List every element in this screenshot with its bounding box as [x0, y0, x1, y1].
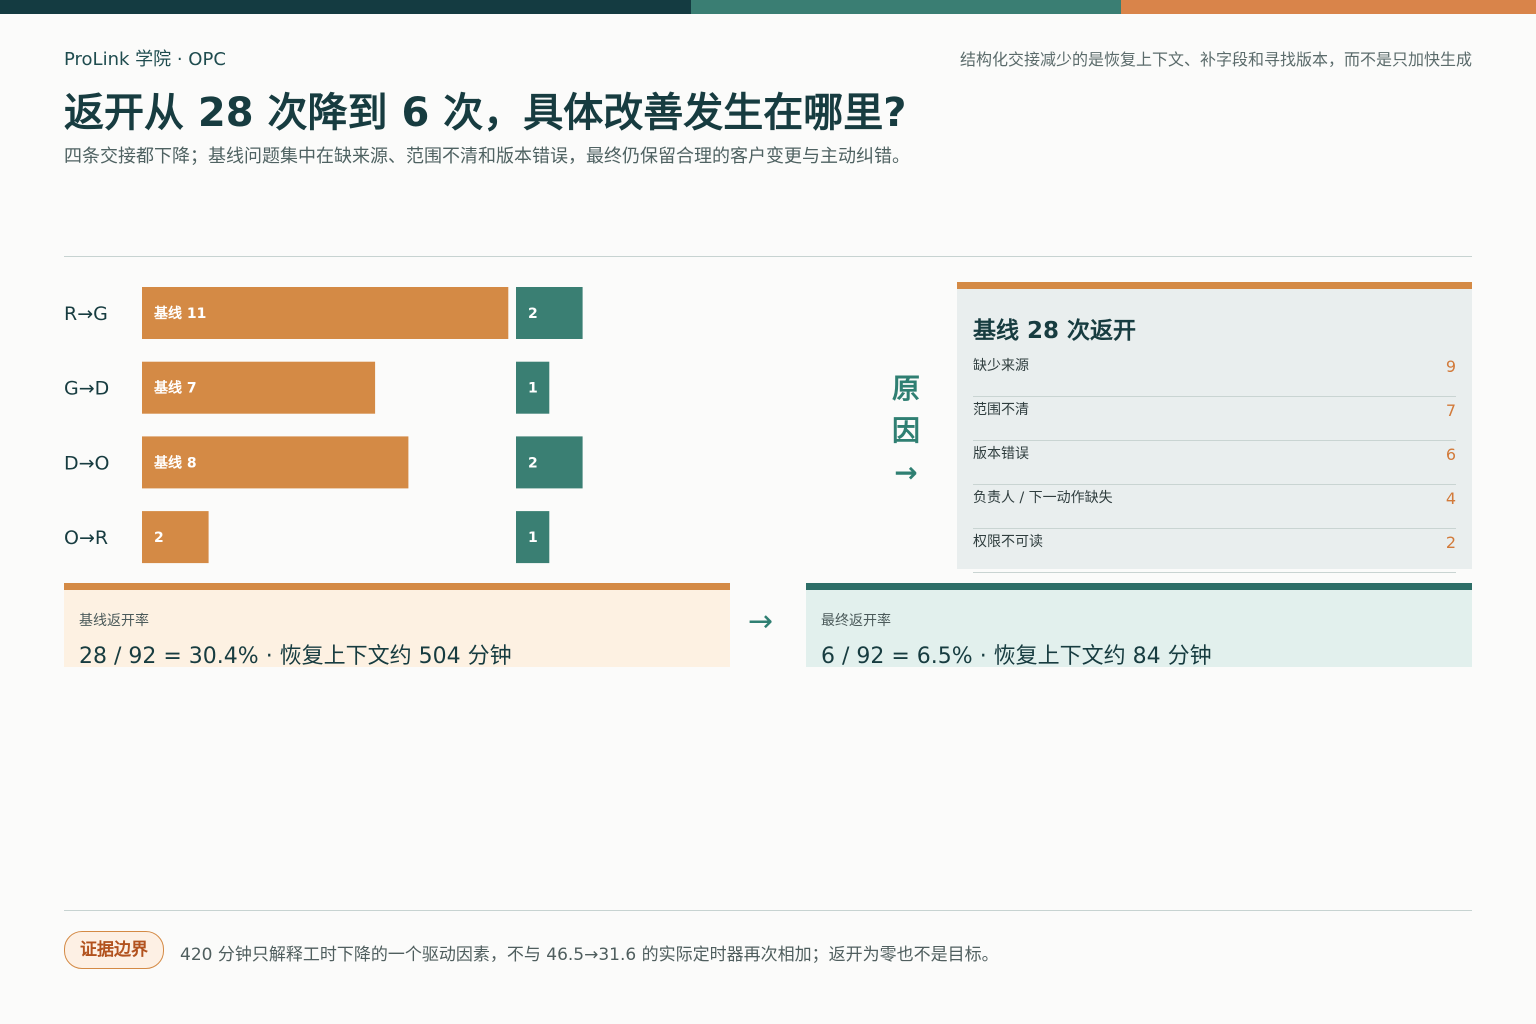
cause-name: 缺少来源 — [973, 358, 1029, 374]
final-bar — [516, 436, 583, 489]
top-divider — [64, 256, 1472, 257]
footer-note: 420 分钟只解释工时下降的一个驱动因素，不与 46.5→31.6 的实际定时器… — [180, 945, 999, 965]
row-label: R→G — [64, 303, 108, 325]
final-rate-label: 最终返开率 — [821, 613, 891, 629]
final-bar-label: 1 — [528, 530, 538, 546]
cause-name: 范围不清 — [973, 402, 1029, 418]
cause-item: 权限不可读 2 — [973, 529, 1456, 573]
cause-count: 7 — [1445, 401, 1456, 420]
evidence-boundary-badge: 证据边界 — [64, 931, 164, 969]
cause-count: 6 — [1445, 445, 1456, 464]
top-bar-segment-teal — [691, 0, 1121, 14]
final-bar-label: 2 — [528, 306, 538, 322]
page-subtitle: 四条交接都下降；基线问题集中在缺来源、范围不清和版本错误，最终仍保留合理的客户变… — [64, 146, 910, 167]
cause-arrow-char-2: 因 — [891, 414, 920, 447]
page-title: 返开从 28 次降到 6 次，具体改善发生在哪里? — [64, 90, 907, 136]
cause-list: 缺少来源 9 范围不清 7 版本错误 6 负责人 / 下一动作缺失 4 权限不可读 2 — [973, 353, 1456, 573]
cause-count: 9 — [1445, 357, 1456, 376]
top-bar-segment-dark — [0, 0, 691, 14]
cause-name: 负责人 / 下一动作缺失 — [973, 490, 1113, 506]
cause-panel-title: 基线 28 次返开 — [973, 318, 1137, 344]
baseline-rate-box: 基线返开率 28 / 92 = 30.4% · 恢复上下文约 504 分钟 — [64, 583, 730, 669]
brand-label: ProLink 学院 · OPC — [64, 49, 226, 70]
baseline-bar-label: 2 — [154, 530, 164, 546]
baseline-rate-label: 基线返开率 — [79, 613, 149, 629]
baseline-bar-label: 基线 11 — [154, 305, 206, 322]
cause-name: 版本错误 — [973, 446, 1029, 462]
cause-panel: 基线 28 次返开 缺少来源 9 范围不清 7 版本错误 6 负责人 / 下一动作缺失… — [957, 282, 1472, 573]
final-rate-box: 最终返开率 6 / 92 = 6.5% · 恢复上下文约 84 分钟 — [806, 583, 1472, 669]
row-label: G→D — [64, 378, 109, 400]
final-bar — [516, 287, 583, 339]
cause-item: 版本错误 6 — [973, 441, 1456, 485]
baseline-bar-label: 基线 7 — [154, 380, 197, 397]
row-label: O→R — [64, 527, 108, 549]
cause-item: 缺少来源 9 — [973, 353, 1456, 397]
top-bar-segment-orange — [1121, 0, 1536, 14]
baseline-rate-value: 28 / 92 = 30.4% · 恢复上下文约 504 分钟 — [79, 644, 512, 669]
final-bar-label: 2 — [528, 455, 538, 471]
baseline-bar-label: 基线 8 — [154, 454, 197, 471]
cause-arrow: 原 因 → — [884, 368, 928, 494]
bottom-divider — [64, 910, 1472, 911]
cause-item: 负责人 / 下一动作缺失 4 — [973, 485, 1456, 529]
tagline: 结构化交接减少的是恢复上下文、补字段和寻找版本，而不是只加快生成 — [959, 50, 1472, 69]
final-rate-value: 6 / 92 = 6.5% · 恢复上下文约 84 分钟 — [821, 644, 1212, 669]
top-color-bar — [0, 0, 1536, 14]
row-label: D→O — [64, 452, 110, 474]
cause-name: 权限不可读 — [973, 534, 1043, 550]
cause-item: 范围不清 7 — [973, 397, 1456, 441]
baseline-bar — [142, 511, 209, 564]
cause-arrow-char-1: 原 — [891, 372, 920, 405]
handoff-bar-chart: R→G 基线 11 2 G→D 基线 7 1 D→O 基线 8 2 O→R 2 1 — [64, 287, 583, 564]
final-bar-label: 1 — [528, 381, 538, 397]
cause-count: 2 — [1445, 533, 1456, 552]
cause-arrow-icon: → — [894, 456, 918, 489]
cause-count: 4 — [1445, 489, 1456, 508]
rate-arrow-icon: → — [748, 604, 774, 639]
